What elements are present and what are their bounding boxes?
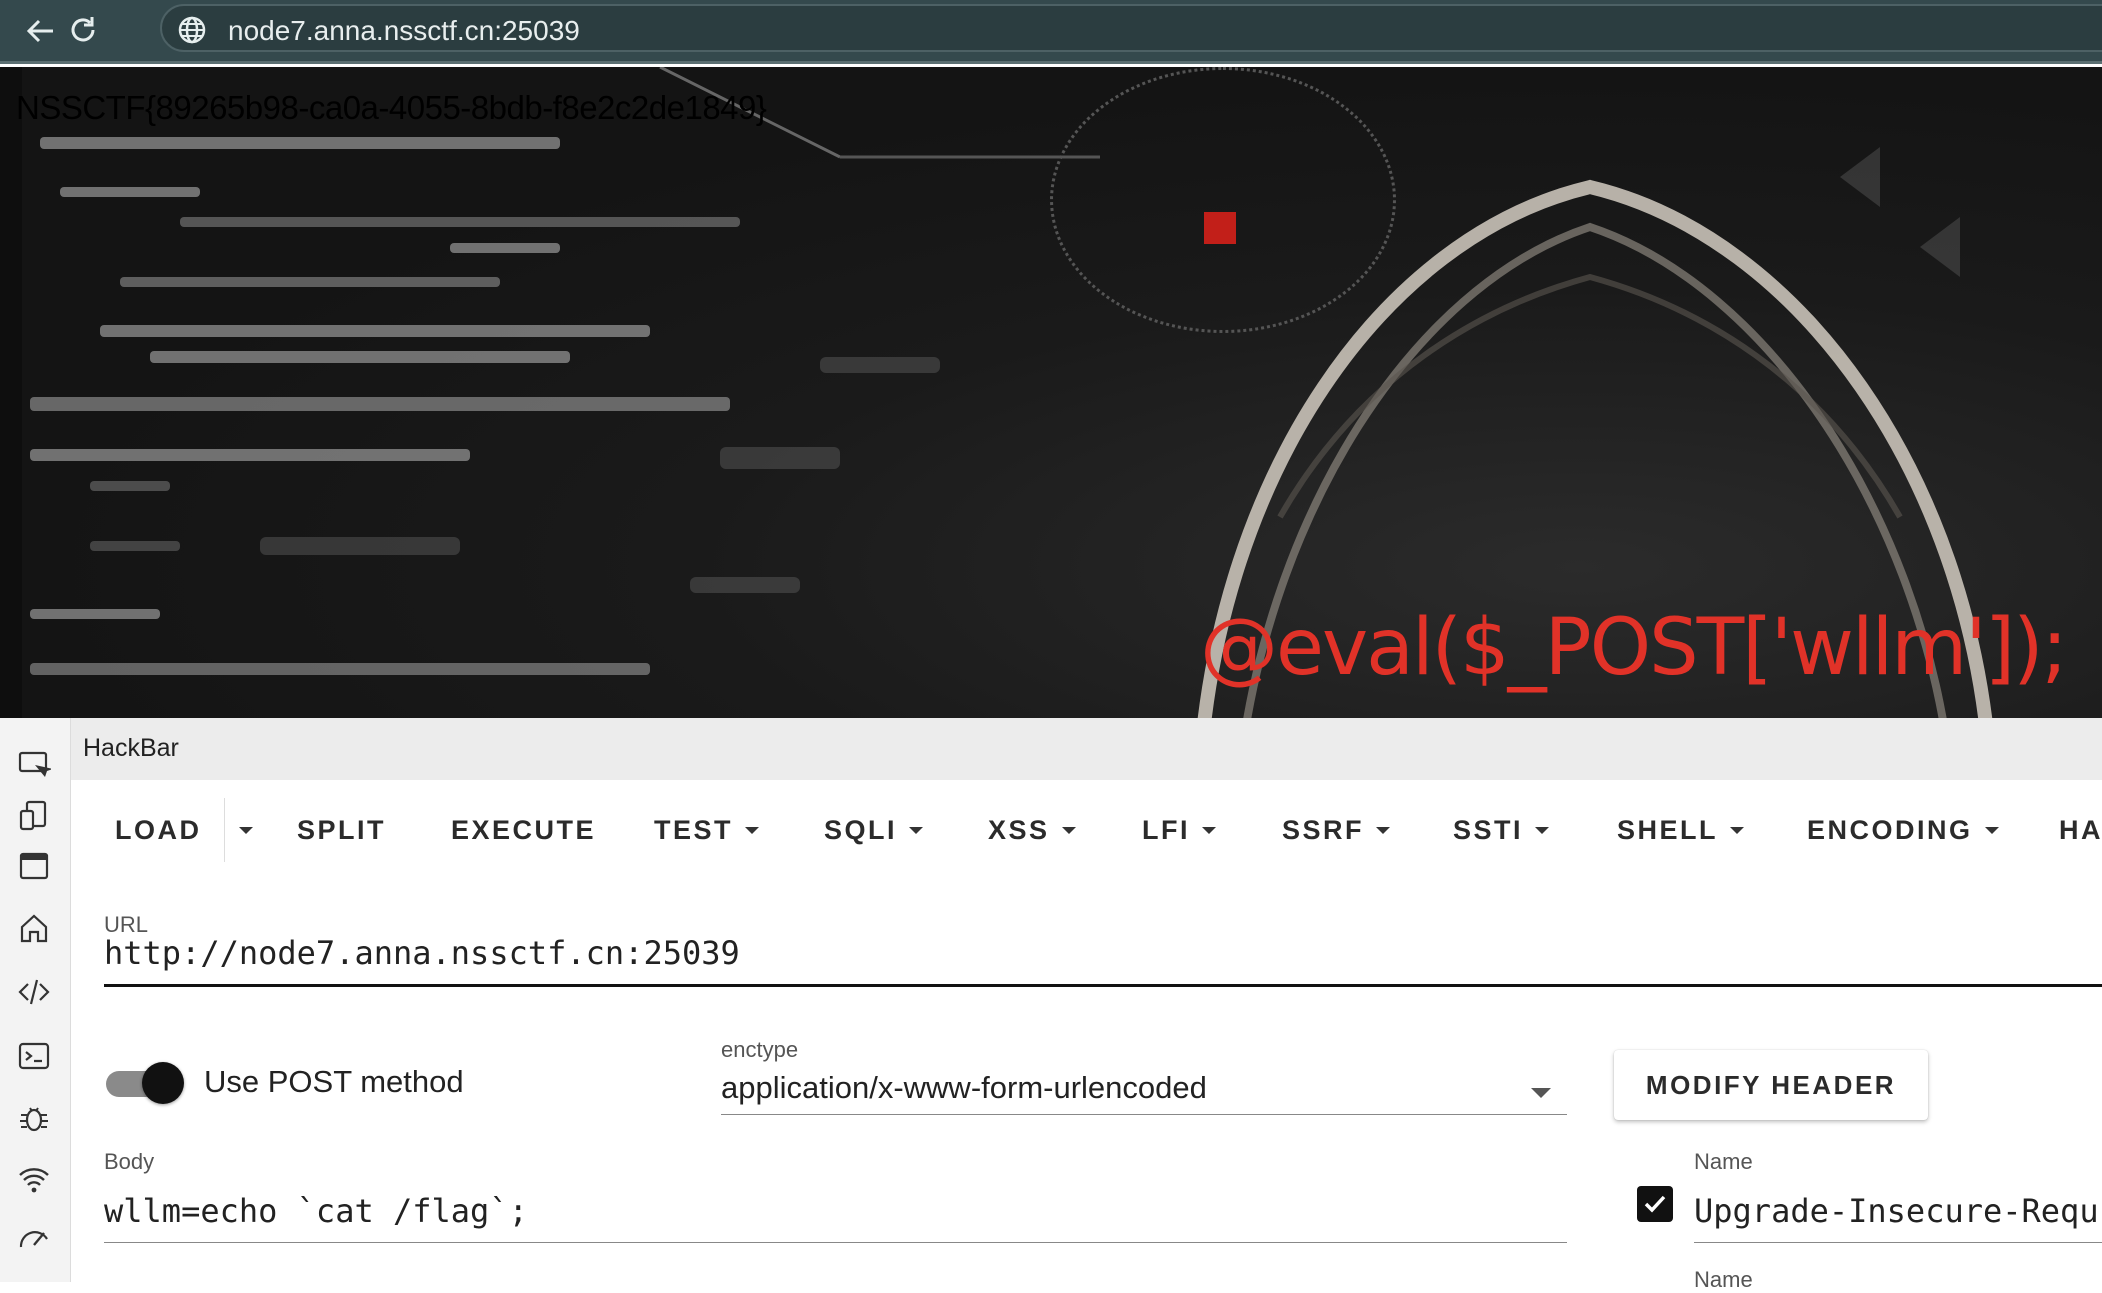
- ha-label: HA: [2059, 814, 2102, 845]
- globe-icon: [178, 16, 206, 44]
- enctype-value: application/x-www-form-urlencoded: [721, 1070, 1207, 1105]
- ha-menu-button[interactable]: HA: [2059, 808, 2102, 852]
- sqli-label: SQLI: [824, 814, 898, 845]
- ssti-label: SSTI: [1453, 814, 1524, 845]
- load-label: LOAD: [115, 814, 202, 845]
- chevron-down-icon: [1535, 826, 1550, 834]
- address-bar-divider: [0, 61, 2102, 64]
- post-method-label: Use POST method: [204, 1064, 464, 1099]
- toggle-knob: [142, 1062, 184, 1104]
- hackbar-tab-strip: HackBar: [71, 718, 2102, 780]
- dropdown-arrow-icon: [1531, 1088, 1551, 1098]
- flag-output-text: NSSCTF{89265b98-ca0a-4055-8bdb-f8e2c2de1…: [16, 89, 767, 126]
- ssrf-menu-button[interactable]: SSRF: [1282, 808, 1391, 852]
- url-input[interactable]: [104, 934, 2102, 972]
- home-icon[interactable]: [14, 908, 54, 948]
- ssrf-label: SSRF: [1282, 814, 1365, 845]
- encoding-label: ENCODING: [1807, 814, 1973, 845]
- enctype-label: enctype: [721, 1037, 799, 1062]
- reload-button[interactable]: [58, 6, 108, 56]
- test-label: TEST: [654, 814, 734, 845]
- post-method-toggle[interactable]: [106, 1062, 184, 1106]
- browser-address-bar: node7.anna.nssctf.cn:25039: [0, 0, 2102, 64]
- hackbar-panel: LOAD SPLIT EXECUTE TEST SQLI XSS LFI SSR…: [71, 780, 2102, 1292]
- inspect-icon[interactable]: [14, 746, 54, 786]
- background-code-image: [30, 67, 1100, 675]
- chevron-down-icon: [745, 826, 760, 834]
- device-toggle-icon[interactable]: [14, 796, 54, 836]
- performance-icon[interactable]: [14, 1218, 54, 1258]
- load-button[interactable]: LOAD: [115, 808, 202, 852]
- address-text[interactable]: node7.anna.nssctf.cn:25039: [228, 15, 580, 47]
- split-button[interactable]: SPLIT: [297, 808, 386, 852]
- chevron-down-icon: [1984, 826, 1999, 834]
- encoding-menu-button[interactable]: ENCODING: [1807, 808, 1999, 852]
- chevron-down-icon: [1202, 826, 1216, 834]
- execute-button[interactable]: EXECUTE: [451, 808, 596, 852]
- split-label: SPLIT: [297, 814, 387, 845]
- tab-hackbar[interactable]: HackBar: [83, 734, 179, 763]
- header-enabled-checkbox[interactable]: [1637, 1186, 1673, 1222]
- xss-menu-button[interactable]: XSS: [988, 808, 1076, 852]
- lfi-label: LFI: [1142, 814, 1190, 845]
- console-icon[interactable]: [14, 1036, 54, 1076]
- sqli-menu-button[interactable]: SQLI: [824, 808, 924, 852]
- chevron-down-icon: [1061, 826, 1076, 834]
- url-field[interactable]: [104, 926, 2102, 987]
- back-arrow-icon: [26, 19, 53, 43]
- ssti-menu-button[interactable]: SSTI: [1453, 808, 1550, 852]
- lfi-menu-button[interactable]: LFI: [1142, 808, 1216, 852]
- chevron-down-icon: [909, 826, 924, 834]
- bug-icon[interactable]: [14, 1098, 54, 1138]
- body-label: Body: [104, 1149, 155, 1174]
- enctype-select[interactable]: application/x-www-form-urlencoded: [721, 1070, 1567, 1115]
- hackbar-toolbar: LOAD SPLIT EXECUTE TEST SQLI XSS LFI SSR…: [71, 780, 2102, 880]
- chevron-down-icon: [1730, 826, 1745, 834]
- wifi-icon[interactable]: [14, 1160, 54, 1200]
- xss-label: XSS: [988, 814, 1050, 845]
- body-field[interactable]: [104, 1186, 1567, 1243]
- chevron-down-icon: [1376, 826, 1391, 834]
- header-name-input[interactable]: [1694, 1192, 2102, 1230]
- checkmark-icon: [1644, 1195, 1666, 1213]
- header-name-label-next: Name: [1694, 1267, 1753, 1292]
- code-icon[interactable]: [14, 972, 54, 1012]
- window-icon[interactable]: [14, 846, 54, 886]
- test-menu-button[interactable]: TEST: [654, 808, 760, 852]
- shell-menu-button[interactable]: SHELL: [1617, 808, 1745, 852]
- payload-text: @eval($_POST['wllm']);: [1200, 603, 2068, 693]
- modify-header-button[interactable]: MODIFY HEADER: [1614, 1050, 1928, 1120]
- chevron-down-icon: [239, 826, 253, 834]
- web-page: @eval($_POST['wllm']); NSSCTF{89265b98-c…: [0, 67, 2102, 718]
- header-name-label: Name: [1694, 1149, 1753, 1174]
- shell-label: SHELL: [1617, 814, 1719, 845]
- load-options-button[interactable]: [231, 808, 253, 852]
- devtools-side-rail: [0, 718, 71, 1282]
- body-input[interactable]: [104, 1192, 1567, 1230]
- execute-label: EXECUTE: [451, 814, 597, 845]
- omnibox[interactable]: node7.anna.nssctf.cn:25039: [160, 4, 2102, 52]
- reload-icon: [71, 17, 95, 42]
- toolbar-divider: [224, 798, 225, 862]
- header-name-field[interactable]: [1694, 1186, 2102, 1243]
